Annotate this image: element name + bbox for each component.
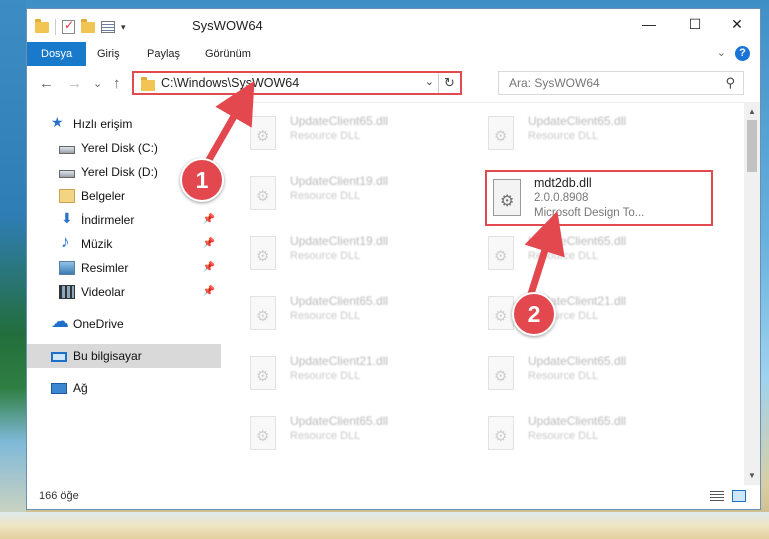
step-1-badge: 1 [180, 158, 224, 202]
step-2-badge: 2 [512, 292, 556, 336]
arrow-to-address-bar [202, 80, 255, 169]
arrow-to-file [524, 210, 565, 301]
annotation-arrows [202, 80, 565, 301]
